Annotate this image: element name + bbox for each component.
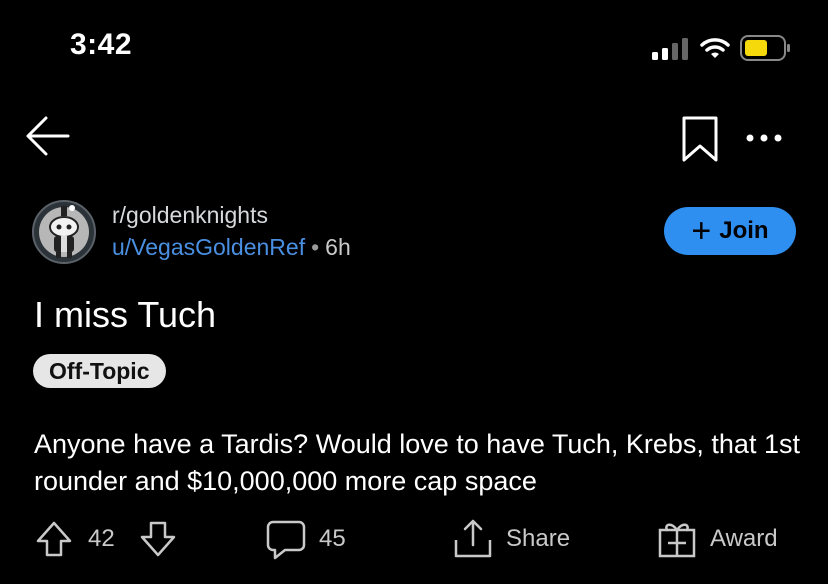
post-flair[interactable]: Off-Topic <box>33 354 166 388</box>
gift-icon <box>658 523 696 558</box>
more-options-icon[interactable] <box>744 124 784 152</box>
share-label: Share <box>506 525 571 552</box>
post-body: Anyone have a Tardis? Would love to have… <box>34 429 800 496</box>
back-arrow-icon[interactable] <box>22 110 74 162</box>
vote-score: 42 <box>88 525 115 552</box>
share-icon <box>454 519 492 558</box>
author-username[interactable]: u/VegasGoldenRef <box>112 234 305 260</box>
award-button[interactable]: Award <box>656 518 778 560</box>
subreddit-avatar[interactable] <box>32 200 96 264</box>
award-label: Award <box>710 525 778 552</box>
battery-icon <box>740 35 790 61</box>
comments-count: 45 <box>319 525 346 552</box>
comments-button[interactable]: 45 <box>265 518 346 560</box>
status-time: 3:42 <box>70 28 133 61</box>
share-button[interactable]: Share <box>452 518 570 560</box>
meta-separator: • <box>311 234 320 260</box>
cellular-signal-icon <box>652 38 688 60</box>
upvote-button[interactable] <box>34 518 74 560</box>
join-button[interactable]: + Join <box>664 207 796 255</box>
plus-icon: + <box>691 212 712 250</box>
wifi-icon <box>700 38 730 58</box>
subreddit-name[interactable]: r/goldenknights <box>112 202 268 229</box>
join-label: Join <box>719 217 769 244</box>
upvote-arrow-icon <box>36 521 72 557</box>
post-age: 6h <box>325 234 351 260</box>
post-title: I miss Tuch <box>34 294 217 335</box>
bookmark-icon[interactable] <box>680 114 720 164</box>
downvote-arrow-icon <box>140 521 176 557</box>
downvote-button[interactable] <box>138 518 178 560</box>
post-meta: u/VegasGoldenRef • 6h <box>112 234 351 261</box>
comment-bubble-icon <box>266 520 306 560</box>
